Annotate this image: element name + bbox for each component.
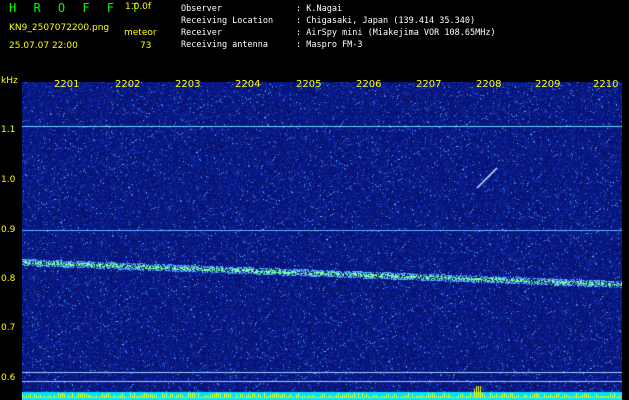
x-tick: 2204 [235, 79, 261, 90]
right-margin [622, 76, 629, 400]
y-tick: 1.0 [1, 175, 16, 185]
antenna-value: : Maspro FM-3 [296, 40, 363, 50]
file-name: KN9_2507072200.png [9, 23, 110, 33]
y-tick: 0.6 [1, 373, 16, 383]
x-tick: 2203 [175, 79, 201, 90]
x-tick: 2202 [115, 79, 141, 90]
receiver-label: Receiver [181, 28, 222, 38]
x-tick: 2209 [535, 79, 561, 90]
y-tick: 0.7 [1, 323, 16, 333]
y-tick: 0.9 [1, 225, 16, 235]
x-tick: 2206 [356, 79, 382, 90]
app-version: 1.0.0f [125, 2, 152, 12]
header-panel: H R O F F T 1.0.0f KN9_2507072200.png me… [0, 0, 629, 76]
y-tick: 1.1 [1, 125, 16, 135]
meteor-label: meteor [124, 28, 157, 38]
x-tick: 2210 [593, 79, 619, 90]
app-brand: H R O F F T [9, 1, 144, 15]
observer-value: : K.Nagai [296, 4, 343, 14]
spectrogram-canvas[interactable] [22, 82, 622, 400]
location-value: : Chigasaki, Japan (139.414 35.340) [296, 16, 476, 26]
y-tick: 0.8 [1, 274, 16, 284]
antenna-label: Receiving antenna [181, 40, 268, 50]
observation-datetime: 25.07.07 22:00 [9, 41, 78, 51]
meteor-count: 73 [140, 41, 152, 51]
x-tick: 2208 [476, 79, 502, 90]
location-label: Receiving Location [181, 16, 274, 26]
y-axis-unit: kHz [1, 76, 18, 86]
spectrogram[interactable] [22, 82, 622, 400]
x-tick: 2205 [296, 79, 322, 90]
x-tick: 2201 [54, 79, 80, 90]
receiver-value: : AirSpy mini (Miakejima VOR 108.65MHz) [296, 28, 496, 38]
x-tick: 2207 [416, 79, 442, 90]
observer-label: Observer [181, 4, 222, 14]
